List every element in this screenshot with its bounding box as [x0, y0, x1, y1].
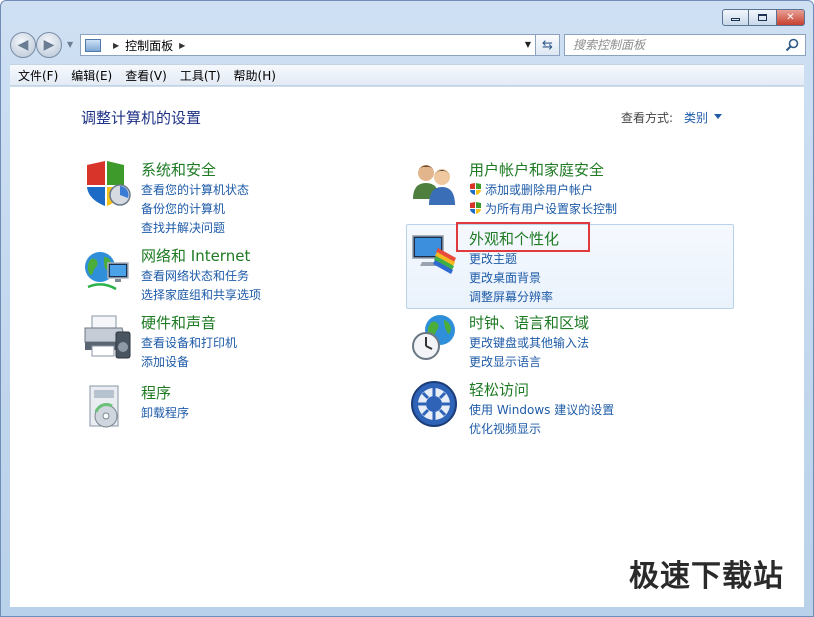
category-links: 卸载程序: [141, 404, 189, 423]
view-by-selector[interactable]: 类别: [684, 109, 708, 126]
category-title-hardware-sound[interactable]: 硬件和声音: [141, 312, 216, 333]
category-title-user-accounts[interactable]: 用户帐户和家庭安全: [469, 159, 604, 180]
link-view-network-status[interactable]: 查看网络状态和任务: [141, 267, 261, 286]
breadcrumb-arrow-icon[interactable]: ▶: [113, 41, 119, 50]
category-system-security: 系统和安全 查看您的计算机状态 备份您的计算机 查找并解决问题: [82, 159, 342, 235]
watermark: 极速下载站: [629, 559, 784, 594]
link-backup-computer[interactable]: 备份您的计算机: [141, 200, 249, 219]
link-troubleshoot[interactable]: 查找并解决问题: [141, 219, 249, 238]
users-icon: [413, 165, 455, 205]
shield-icon: [87, 161, 131, 206]
caption-buttons: ✕: [722, 9, 805, 26]
link-homegroup-sharing[interactable]: 选择家庭组和共享选项: [141, 286, 261, 305]
link-view-computer-status[interactable]: 查看您的计算机状态: [141, 181, 249, 200]
link-change-desktop-background[interactable]: 更改桌面背景: [469, 269, 553, 288]
category-title-clock-language-region[interactable]: 时钟、语言和区域: [469, 312, 589, 333]
category-title-system-security[interactable]: 系统和安全: [141, 159, 216, 180]
category-title-ease-of-access[interactable]: 轻松访问: [469, 379, 529, 400]
network-globe-icon: [85, 252, 129, 291]
minimize-icon: [731, 18, 740, 21]
category-links: 查看您的计算机状态 备份您的计算机 查找并解决问题: [141, 181, 249, 238]
printer-icon: [84, 315, 131, 359]
category-user-accounts: 用户帐户和家庭安全 添加或删除用户帐户 为所有用户设置家长控制: [410, 159, 730, 219]
control-panel-window: ✕ ◀ ▶ ▼ ▶ 控制面板 ▶ ▼ ⇆ 文件(F) 编辑(E) 查看(V) 工…: [0, 0, 814, 617]
appearance-monitor-icon: [412, 235, 456, 274]
category-clock-language-region: 时钟、语言和区域 更改键盘或其他输入法 更改显示语言: [410, 312, 730, 372]
search-input[interactable]: [565, 35, 775, 55]
link-devices-printers[interactable]: 查看设备和打印机: [141, 334, 237, 353]
uac-shield-icon: [470, 202, 481, 214]
menu-bar: 文件(F) 编辑(E) 查看(V) 工具(T) 帮助(H): [10, 64, 804, 86]
category-links: 更改主题 更改桌面背景 调整屏幕分辨率: [469, 250, 553, 307]
link-adjust-resolution[interactable]: 调整屏幕分辨率: [469, 288, 553, 307]
address-dropdown-icon[interactable]: ▼: [525, 40, 531, 49]
uac-shield-icon: [470, 183, 481, 195]
category-links: 查看网络状态和任务 选择家庭组和共享选项: [141, 267, 261, 305]
link-change-display-language[interactable]: 更改显示语言: [469, 353, 589, 372]
close-icon: ✕: [786, 12, 795, 23]
highlight-annotation-box: [456, 222, 590, 252]
refresh-button[interactable]: ⇆: [536, 34, 560, 56]
menu-tools[interactable]: 工具(T): [180, 67, 221, 84]
view-by-label: 查看方式:: [621, 111, 674, 125]
address-bar[interactable]: ▶ 控制面板 ▶ ▼: [80, 34, 536, 56]
forward-button[interactable]: ▶: [36, 32, 62, 58]
category-links: 使用 Windows 建议的设置 优化视频显示: [469, 401, 614, 439]
link-optimize-visual-display[interactable]: 优化视频显示: [469, 420, 614, 439]
forward-arrow-icon: ▶: [43, 37, 55, 53]
menu-edit[interactable]: 编辑(E): [71, 67, 112, 84]
category-network-internet: 网络和 Internet 查看网络状态和任务 选择家庭组和共享选项: [82, 245, 342, 305]
link-text: 添加或删除用户帐户: [485, 183, 594, 197]
menu-file[interactable]: 文件(F): [18, 67, 58, 84]
breadcrumb-arrow-icon[interactable]: ▶: [179, 41, 185, 50]
ease-of-access-icon: [411, 381, 457, 427]
link-add-remove-accounts[interactable]: 添加或删除用户帐户: [469, 181, 617, 200]
back-arrow-icon: ◀: [17, 37, 29, 53]
category-hardware-sound: 硬件和声音 查看设备和打印机 添加设备: [82, 312, 342, 372]
category-ease-of-access: 轻松访问 使用 Windows 建议的设置 优化视频显示: [410, 379, 730, 439]
category-links: 查看设备和打印机 添加设备: [141, 334, 237, 372]
category-title-programs[interactable]: 程序: [141, 382, 171, 403]
maximize-icon: [758, 14, 767, 21]
search-icon[interactable]: [785, 38, 799, 52]
back-button[interactable]: ◀: [10, 32, 36, 58]
link-text: 为所有用户设置家长控制: [485, 202, 618, 216]
minimize-button[interactable]: [722, 9, 749, 26]
content-area: 调整计算机的设置 查看方式: 类别 系统和安全 查看您的计算机状态 备份您的计算…: [10, 87, 804, 607]
refresh-icon: ⇆: [542, 37, 553, 53]
menu-help[interactable]: 帮助(H): [234, 67, 276, 84]
maximize-button[interactable]: [749, 9, 776, 26]
category-links: 更改键盘或其他输入法 更改显示语言: [469, 334, 589, 372]
clock-globe-icon: [412, 315, 455, 360]
view-by-dropdown-icon[interactable]: [714, 114, 722, 119]
link-uninstall-program[interactable]: 卸载程序: [141, 404, 189, 423]
link-windows-recommended-settings[interactable]: 使用 Windows 建议的设置: [469, 401, 614, 420]
link-change-keyboard[interactable]: 更改键盘或其他输入法: [469, 334, 589, 353]
category-programs: 程序 卸载程序: [82, 382, 342, 437]
page-title: 调整计算机的设置: [81, 109, 202, 127]
breadcrumb-control-panel[interactable]: 控制面板: [125, 37, 173, 54]
link-add-device[interactable]: 添加设备: [141, 353, 237, 372]
category-links: 添加或删除用户帐户 为所有用户设置家长控制: [469, 181, 617, 219]
menu-view[interactable]: 查看(V): [125, 67, 167, 84]
programs-icon: [89, 385, 119, 428]
control-panel-icon: [85, 38, 101, 52]
recent-pages-dropdown-icon[interactable]: ▼: [67, 40, 73, 49]
close-button[interactable]: ✕: [776, 9, 805, 26]
navigation-bar: ◀ ▶ ▼ ▶ 控制面板 ▶ ▼ ⇆: [10, 32, 806, 58]
category-title-network-internet[interactable]: 网络和 Internet: [141, 245, 250, 266]
link-parental-controls[interactable]: 为所有用户设置家长控制: [469, 200, 617, 219]
search-box[interactable]: [564, 34, 806, 56]
link-change-theme[interactable]: 更改主题: [469, 250, 553, 269]
